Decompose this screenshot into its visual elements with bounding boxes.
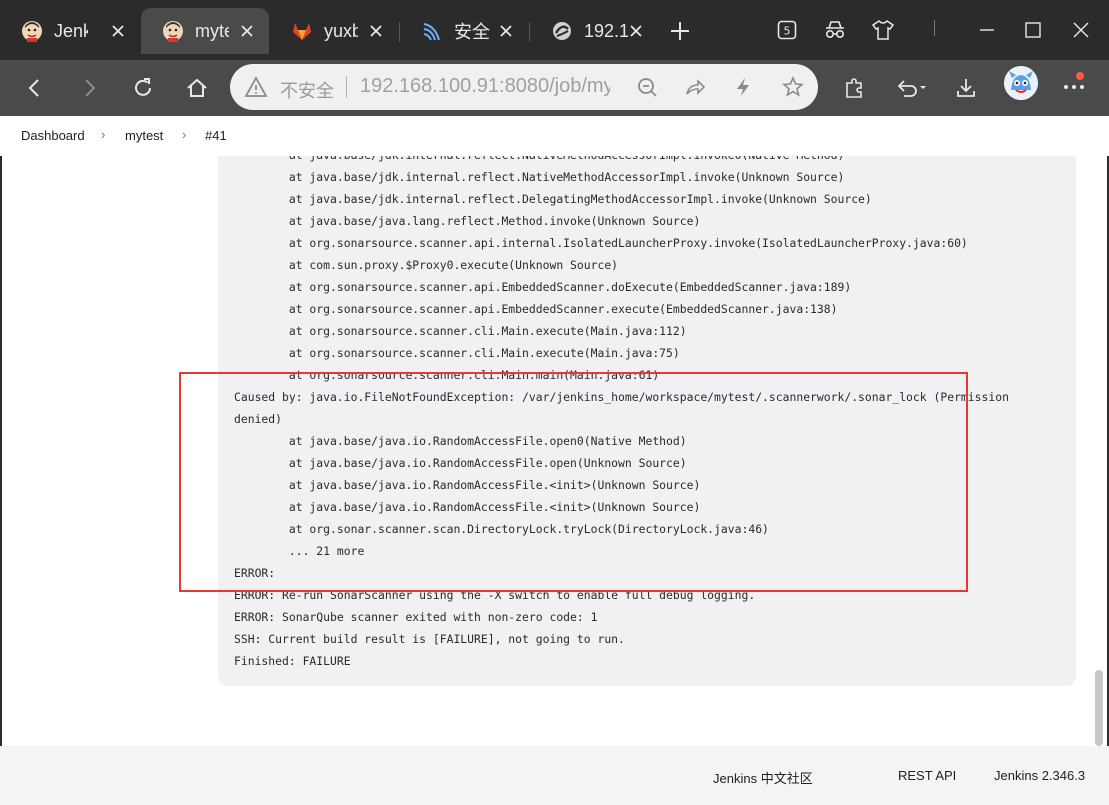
warning-icon[interactable]	[244, 75, 268, 99]
tab-mytest[interactable]: mytest	[141, 8, 269, 54]
footer-version[interactable]: Jenkins 2.346.3	[994, 768, 1085, 783]
zoom-out-icon[interactable]	[634, 74, 660, 100]
breadcrumb: Dashboard › mytest › #41	[0, 116, 1109, 156]
close-icon[interactable]	[496, 21, 516, 41]
jenkins-butler-icon	[20, 19, 44, 43]
tab-jenkins[interactable]: Jenkins	[0, 8, 140, 54]
console-output: at java.base/jdk.internal.reflect.Native…	[218, 140, 1076, 686]
tab-security[interactable]: 安全	[400, 8, 528, 54]
tab-title: yuxb	[324, 20, 358, 41]
forward-button[interactable]	[71, 70, 107, 106]
reload-button[interactable]	[125, 70, 161, 106]
maximize-button[interactable]	[1016, 14, 1050, 46]
back-button[interactable]	[17, 70, 53, 106]
url-text[interactable]: 192.168.100.91:8080/job/mytest/41/consol…	[360, 75, 610, 98]
footer-rest-api-link[interactable]: REST API	[898, 768, 956, 783]
jenkins-butler-icon	[161, 19, 185, 43]
breadcrumb-dashboard[interactable]: Dashboard	[21, 128, 85, 143]
workspace-count: 5	[784, 25, 791, 38]
star-icon[interactable]	[780, 74, 806, 100]
tab-ip[interactable]: 192.1	[530, 8, 658, 54]
tab-title: 192.1	[584, 20, 628, 41]
download-icon[interactable]	[948, 70, 984, 106]
security-label[interactable]: 不安全	[280, 77, 334, 103]
workspace-button[interactable]: 5	[770, 14, 804, 46]
chevron-right-icon: ›	[182, 127, 187, 142]
address-divider	[346, 76, 347, 98]
tab-title: 安全	[454, 22, 490, 42]
breadcrumb-job[interactable]: mytest	[125, 128, 163, 143]
home-button[interactable]	[179, 70, 215, 106]
address-bar[interactable]: 不安全 192.168.100.91:8080/job/mytest/41/co…	[230, 64, 818, 110]
window-divider	[934, 20, 935, 36]
close-icon[interactable]	[108, 21, 128, 41]
chevron-right-icon: ›	[101, 127, 106, 142]
browser-toolbar: 不安全 192.168.100.91:8080/job/mytest/41/co…	[0, 60, 1109, 116]
breadcrumb-build[interactable]: #41	[205, 128, 227, 143]
share-icon[interactable]	[682, 74, 708, 100]
gitlab-fox-icon	[290, 19, 314, 43]
shirt-icon[interactable]	[866, 14, 900, 46]
close-window-button[interactable]	[1064, 14, 1098, 46]
tab-yuxb[interactable]: yuxb	[270, 8, 398, 54]
tab-strip: Jenkins mytest yuxb 安全	[0, 0, 1109, 60]
browser-globe-icon	[550, 19, 574, 43]
incognito-icon[interactable]	[818, 14, 852, 46]
tab-title: mytest	[195, 20, 229, 41]
tab-title: Jenkins	[54, 20, 88, 41]
extensions-icon[interactable]	[836, 70, 872, 106]
avatar[interactable]	[1004, 66, 1038, 100]
window-edge-left	[0, 116, 2, 805]
wave-icon	[420, 19, 444, 43]
undo-dropdown-button[interactable]	[890, 70, 936, 106]
new-tab-button[interactable]	[666, 17, 694, 45]
close-icon[interactable]	[366, 21, 386, 41]
close-icon[interactable]	[626, 21, 646, 41]
console-text: at java.base/jdk.internal.reflect.Native…	[234, 148, 1009, 668]
footer-community-link[interactable]: Jenkins 中文社区	[713, 768, 813, 787]
menu-icon[interactable]	[1060, 70, 1094, 104]
close-icon[interactable]	[237, 21, 257, 41]
scrollbar-thumb[interactable]	[1095, 670, 1103, 746]
lightning-icon[interactable]	[730, 74, 756, 100]
minimize-button[interactable]	[970, 14, 1004, 46]
page-footer: Jenkins 中文社区 REST API Jenkins 2.346.3	[0, 746, 1109, 805]
